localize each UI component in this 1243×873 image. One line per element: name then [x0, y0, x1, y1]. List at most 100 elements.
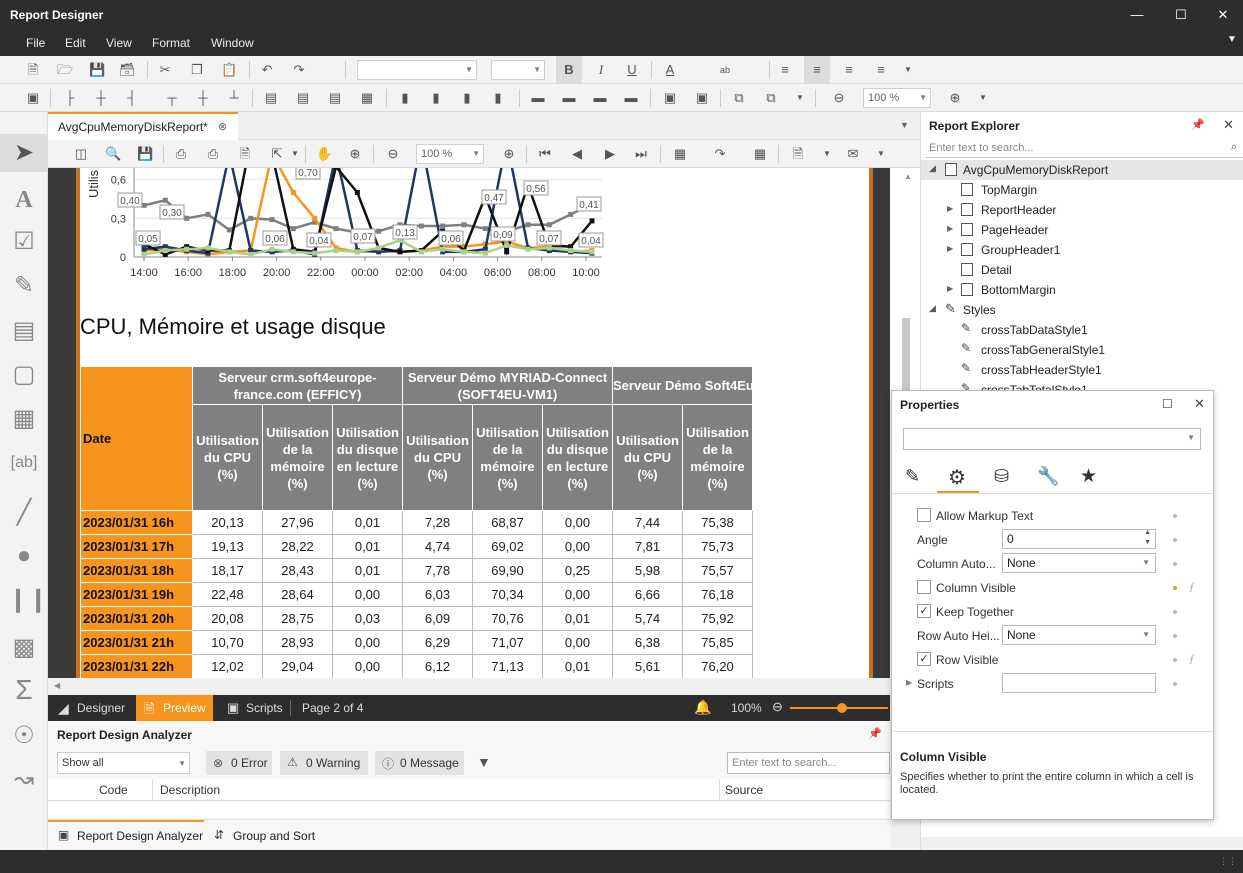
column-source[interactable]: Source [725, 783, 763, 797]
save-icon[interactable]: 💾 [137, 146, 153, 162]
next-page-icon[interactable]: ▶ [602, 146, 618, 162]
chart-tool-icon[interactable]: ▩ [8, 632, 40, 664]
object-selector[interactable]: ▼ [903, 428, 1201, 450]
expand-icon[interactable]: ▶ [947, 284, 953, 293]
tree-band-item[interactable]: PageHeader [981, 223, 1048, 237]
scroll-thumb[interactable] [902, 318, 910, 398]
tree-band-item[interactable]: ReportHeader [981, 203, 1056, 217]
explorer-search-input[interactable]: Enter text to search... [925, 140, 1243, 158]
chevron-down-icon[interactable]: ▼ [873, 146, 889, 162]
panel-tool-icon[interactable]: ▢ [8, 359, 40, 391]
save-icon[interactable]: 💾 [89, 62, 105, 78]
angle-input[interactable]: 0 ▲ ▼ [1002, 529, 1156, 549]
remove-hspacing-icon[interactable]: ▮ [490, 90, 506, 106]
expand-icon[interactable]: ▶ [947, 204, 953, 213]
richtext-tool-icon[interactable]: ✎ [8, 270, 40, 302]
document-map-icon[interactable]: ◫ [73, 146, 89, 162]
error-filter-button[interactable]: ⊗ 0 Error [206, 751, 272, 775]
zoom-in-icon[interactable]: ⊕ [501, 146, 517, 162]
align-centers-icon[interactable]: ┼ [93, 90, 109, 106]
tab-report-design-analyzer[interactable]: Report Design Analyzer [77, 829, 203, 843]
align-right-icon[interactable]: ≡ [841, 62, 857, 78]
barcode-tool-icon[interactable]: ❙❙ [8, 584, 48, 616]
close-tab-icon[interactable]: ⊗ [218, 120, 227, 133]
italic-icon[interactable]: I [593, 62, 609, 78]
warning-filter-button[interactable]: ⚠ 0 Warning [280, 751, 368, 775]
column-auto-select[interactable]: None ▼ [1002, 553, 1156, 573]
previous-page-icon[interactable]: ◀ [569, 146, 585, 162]
zoom-slider-thumb[interactable] [837, 703, 847, 713]
align-tops-icon[interactable]: ┬ [164, 90, 180, 106]
horizontal-scrollbar[interactable]: ◀ [48, 678, 890, 695]
collapse-icon[interactable]: ◢ [929, 163, 936, 174]
same-size-icon[interactable]: ▤ [327, 90, 343, 106]
tree-root[interactable]: AvgCpuMemoryDiskReport [963, 163, 1108, 177]
export-icon[interactable]: 🗎 [790, 146, 806, 162]
tree-style-item[interactable]: crossTabGeneralStyle1 [981, 343, 1105, 357]
align-rights-icon[interactable]: ┤ [124, 90, 140, 106]
open-folder-icon[interactable]: 🗁 [57, 62, 73, 78]
decrease-hspacing-icon[interactable]: ▮ [459, 90, 475, 106]
analyzer-search-input[interactable]: Enter text to search... [727, 752, 890, 774]
zoom-out-icon[interactable]: ⊖ [385, 146, 401, 162]
align-lefts-icon[interactable]: ├ [62, 90, 78, 106]
expression-icon[interactable]: ƒ [1189, 651, 1195, 666]
bold-icon[interactable]: B [556, 56, 582, 84]
undo-icon[interactable]: ↶ [259, 62, 275, 78]
send-to-back-icon[interactable]: ⧉ [763, 90, 779, 106]
align-center-icon[interactable]: ≡ [804, 56, 830, 84]
table-tool-icon[interactable]: ▦ [8, 403, 40, 435]
font-family-select[interactable]: ▼ [357, 60, 477, 80]
send-email-icon[interactable]: ✉ [845, 146, 861, 162]
tab-preview-bg[interactable]: 🗎 Preview [136, 695, 213, 721]
menu-window[interactable]: Window [211, 36, 254, 50]
chevron-down-icon[interactable]: ▼ [1227, 34, 1237, 45]
pin-icon[interactable]: 📌 [1191, 118, 1205, 131]
tab-scripts[interactable]: Scripts [246, 701, 283, 715]
resize-grip-icon[interactable]: ⋮⋮ [1219, 856, 1237, 867]
picture-tool-icon[interactable]: ▤ [8, 315, 40, 347]
row-visible-checkbox[interactable]: ✓ [917, 652, 931, 666]
vertical-spacing-icon[interactable]: ▬ [530, 90, 546, 106]
tree-style-item[interactable]: crossTabHeaderStyle1 [981, 363, 1102, 377]
cut-icon[interactable]: ✂ [157, 62, 173, 78]
behavior-tab[interactable]: ⚙ [937, 461, 979, 493]
print-icon[interactable]: ⎙ [173, 146, 189, 162]
first-page-icon[interactable]: ⏮ [537, 146, 553, 162]
pin-icon[interactable]: 📌 [868, 727, 882, 740]
menu-view[interactable]: View [106, 36, 132, 50]
underline-icon[interactable]: U [624, 62, 640, 78]
column-code[interactable]: Code [99, 783, 128, 797]
tree-styles[interactable]: Styles [963, 303, 996, 317]
last-page-icon[interactable]: ⏭ [633, 146, 649, 162]
background-color-icon[interactable]: ab [717, 62, 733, 78]
redo-icon[interactable]: ↷ [291, 62, 307, 78]
font-color-icon[interactable]: A [662, 62, 678, 78]
bell-icon[interactable]: 🔔 [694, 699, 711, 716]
data-tab-icon[interactable]: ⛁ [994, 466, 1009, 487]
expand-icon[interactable]: ▶ [947, 224, 953, 233]
center-horizontally-icon[interactable]: ▣ [662, 90, 678, 106]
menu-edit[interactable]: Edit [65, 36, 86, 50]
tree-band-item[interactable]: Detail [981, 263, 1012, 277]
align-middles-icon[interactable]: ┼ [195, 90, 211, 106]
favorites-tab-icon[interactable]: ★ [1080, 465, 1097, 488]
align-left-icon[interactable]: ≡ [777, 62, 793, 78]
page-setup-icon[interactable]: 🗎 [237, 146, 253, 162]
zoom-out-icon[interactable]: ⊖ [831, 90, 847, 106]
hand-tool-icon[interactable]: ✋ [316, 146, 332, 162]
increase-vspacing-icon[interactable]: ▬ [561, 90, 577, 106]
preview-canvas[interactable]: Utilis 0 0,3 0,6 14:00 16:00 18:00 20:00 22:00 00… [48, 168, 890, 678]
expand-icon[interactable]: ▶ [906, 678, 912, 687]
row-auto-height-select[interactable]: None ▼ [1002, 625, 1156, 645]
new-file-icon[interactable]: 🗎 [25, 62, 41, 78]
expand-icon[interactable]: ▶ [947, 244, 953, 253]
keep-together-checkbox[interactable]: ✓ [917, 604, 931, 618]
remove-vspacing-icon[interactable]: ▬ [623, 90, 639, 106]
increase-hspacing-icon[interactable]: ▮ [428, 90, 444, 106]
tab-designer[interactable]: Designer [77, 701, 125, 715]
size-to-grid-icon[interactable]: ▦ [359, 90, 375, 106]
appearance-tab-icon[interactable]: ✎ [905, 466, 920, 487]
expression-icon[interactable]: ƒ [1189, 579, 1195, 594]
column-visible-checkbox[interactable] [917, 580, 931, 594]
